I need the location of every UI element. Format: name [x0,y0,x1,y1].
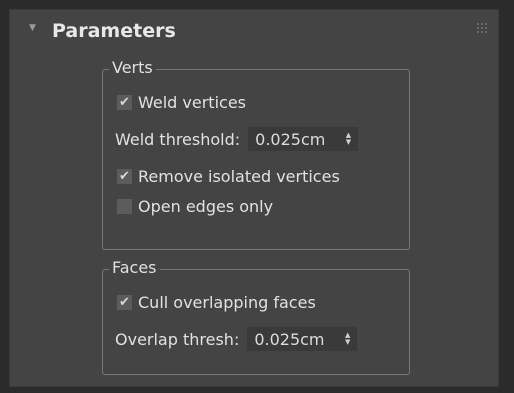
open-edges-row[interactable]: Open edges only [117,193,273,219]
overlap-thresh-row: Overlap thresh: 0.025cm ▲ ▼ [115,326,358,352]
verts-group: Verts ✔ Weld vertices Weld threshold: 0.… [102,58,410,250]
triangle-down-icon[interactable]: ▼ [29,23,36,33]
overlap-thresh-label: Overlap thresh: [115,329,240,349]
spinner-arrows-icon[interactable]: ▲ ▼ [345,332,350,346]
cull-overlapping-label[interactable]: Cull overlapping faces [138,293,316,312]
verts-group-title: Verts [109,58,156,78]
weld-threshold-label: Weld threshold: [115,129,241,149]
faces-group: Faces ✔ Cull overlapping faces Overlap t… [102,258,410,375]
open-edges-label[interactable]: Open edges only [138,197,273,216]
overlap-thresh-value[interactable]: 0.025cm [254,330,336,349]
remove-isolated-row[interactable]: ✔ Remove isolated vertices [117,163,340,189]
rollout-header[interactable]: ▼ Parameters [10,10,498,54]
drag-grip-icon[interactable] [477,23,489,33]
parameters-rollout: ▼ Parameters Verts ✔ Weld vertices Weld … [9,9,499,387]
spinner-arrows-icon[interactable]: ▲ ▼ [346,132,351,146]
weld-threshold-row: Weld threshold: 0.025cm ▲ ▼ [115,126,359,152]
rollout-title[interactable]: Parameters [52,20,176,42]
remove-isolated-label[interactable]: Remove isolated vertices [138,167,340,186]
cull-overlapping-row[interactable]: ✔ Cull overlapping faces [117,289,316,315]
faces-group-title: Faces [109,258,160,278]
weld-vertices-checkbox[interactable]: ✔ [117,94,132,110]
weld-threshold-spinner[interactable]: 0.025cm ▲ ▼ [248,127,359,151]
remove-isolated-checkbox[interactable]: ✔ [117,168,132,184]
weld-threshold-value[interactable]: 0.025cm [255,130,337,149]
weld-vertices-row[interactable]: ✔ Weld vertices [117,89,246,115]
weld-vertices-label[interactable]: Weld vertices [138,93,246,112]
overlap-thresh-spinner[interactable]: 0.025cm ▲ ▼ [247,327,358,351]
open-edges-checkbox[interactable] [117,198,132,214]
cull-overlapping-checkbox[interactable]: ✔ [117,294,132,310]
